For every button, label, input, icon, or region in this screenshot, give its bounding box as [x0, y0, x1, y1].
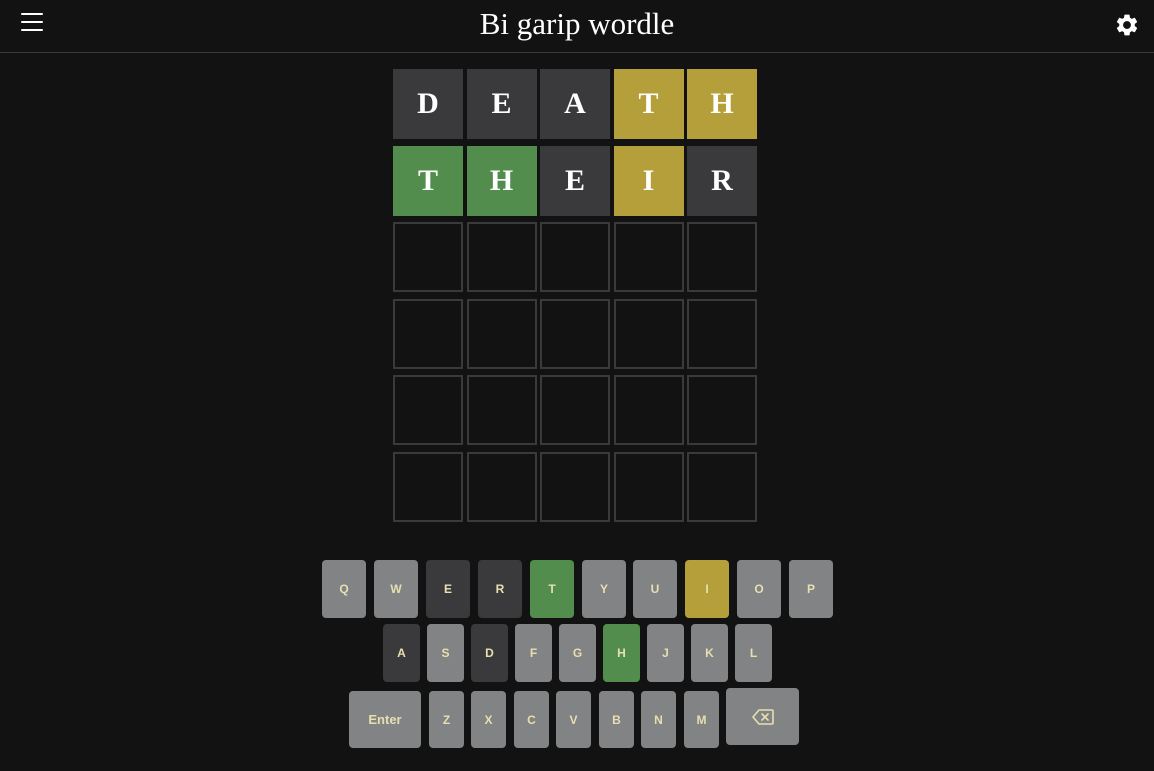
key-o[interactable]: O: [737, 560, 781, 618]
board-tile: H: [687, 69, 757, 139]
board-tile: [393, 375, 463, 445]
board-row: [393, 451, 759, 522]
board-tile: [393, 222, 463, 292]
board-tile: E: [466, 69, 537, 139]
board-tile: A: [540, 69, 610, 139]
board-row: [393, 298, 759, 369]
board-tile: R: [687, 145, 757, 216]
board-tile: D: [393, 69, 463, 139]
game-board: DEATHTHEIR: [393, 69, 759, 528]
key-q[interactable]: Q: [322, 560, 366, 618]
key-x[interactable]: X: [471, 691, 506, 748]
key-v[interactable]: V: [556, 691, 591, 748]
keyboard-row: QWERTYUIOP: [0, 560, 1154, 618]
board-tile: T: [613, 69, 684, 139]
board-tile: [613, 222, 684, 292]
board-tile: [393, 451, 463, 522]
enter-key[interactable]: Enter: [349, 691, 421, 748]
board-row: [393, 375, 759, 445]
key-e[interactable]: E: [426, 560, 470, 618]
key-c[interactable]: C: [514, 691, 549, 748]
board-row: DEATH: [393, 69, 759, 139]
board-tile: [687, 375, 757, 445]
page-title: Bi garip wordle: [479, 6, 675, 41]
board-tile: [466, 298, 537, 369]
board-tile: H: [466, 145, 537, 216]
key-g[interactable]: G: [559, 624, 596, 682]
backspace-icon: [751, 708, 774, 725]
key-l[interactable]: L: [735, 624, 772, 682]
board-tile: [687, 222, 757, 292]
key-t[interactable]: T: [530, 560, 574, 618]
key-n[interactable]: N: [641, 691, 676, 748]
board-tile: [466, 375, 537, 445]
key-y[interactable]: Y: [582, 560, 626, 618]
backspace-key[interactable]: [726, 688, 799, 745]
key-r[interactable]: R: [478, 560, 522, 618]
board-tile: [613, 451, 684, 522]
board-row: THEIR: [393, 145, 759, 216]
key-p[interactable]: P: [789, 560, 833, 618]
board-tile: [393, 298, 463, 369]
key-j[interactable]: J: [647, 624, 684, 682]
key-u[interactable]: U: [633, 560, 677, 618]
board-tile: [540, 451, 610, 522]
board-tile: [466, 222, 537, 292]
keyboard-row: Enter Z X C V B N M: [0, 688, 1154, 749]
board-tile: [687, 451, 757, 522]
board-tile: [540, 222, 610, 292]
key-i[interactable]: I: [685, 560, 729, 618]
gear-icon[interactable]: [1114, 12, 1140, 38]
board-tile: [540, 375, 610, 445]
key-w[interactable]: W: [374, 560, 418, 618]
board-tile: T: [393, 145, 463, 216]
key-h[interactable]: H: [603, 624, 640, 682]
board-tile: [687, 298, 757, 369]
board-tile: E: [540, 145, 610, 216]
board-tile: [540, 298, 610, 369]
key-s[interactable]: S: [427, 624, 464, 682]
key-z[interactable]: Z: [429, 691, 464, 748]
key-b[interactable]: B: [599, 691, 634, 748]
keyboard-row: ASDFGHJKL: [0, 624, 1154, 682]
key-a[interactable]: A: [383, 624, 420, 682]
board-row: [393, 222, 759, 292]
key-k[interactable]: K: [691, 624, 728, 682]
key-m[interactable]: M: [684, 691, 719, 748]
key-f[interactable]: F: [515, 624, 552, 682]
board-tile: [613, 298, 684, 369]
board-tile: I: [613, 145, 684, 216]
header-bar: Bi garip wordle: [0, 0, 1154, 53]
key-d[interactable]: D: [471, 624, 508, 682]
board-tile: [466, 451, 537, 522]
board-tile: [613, 375, 684, 445]
